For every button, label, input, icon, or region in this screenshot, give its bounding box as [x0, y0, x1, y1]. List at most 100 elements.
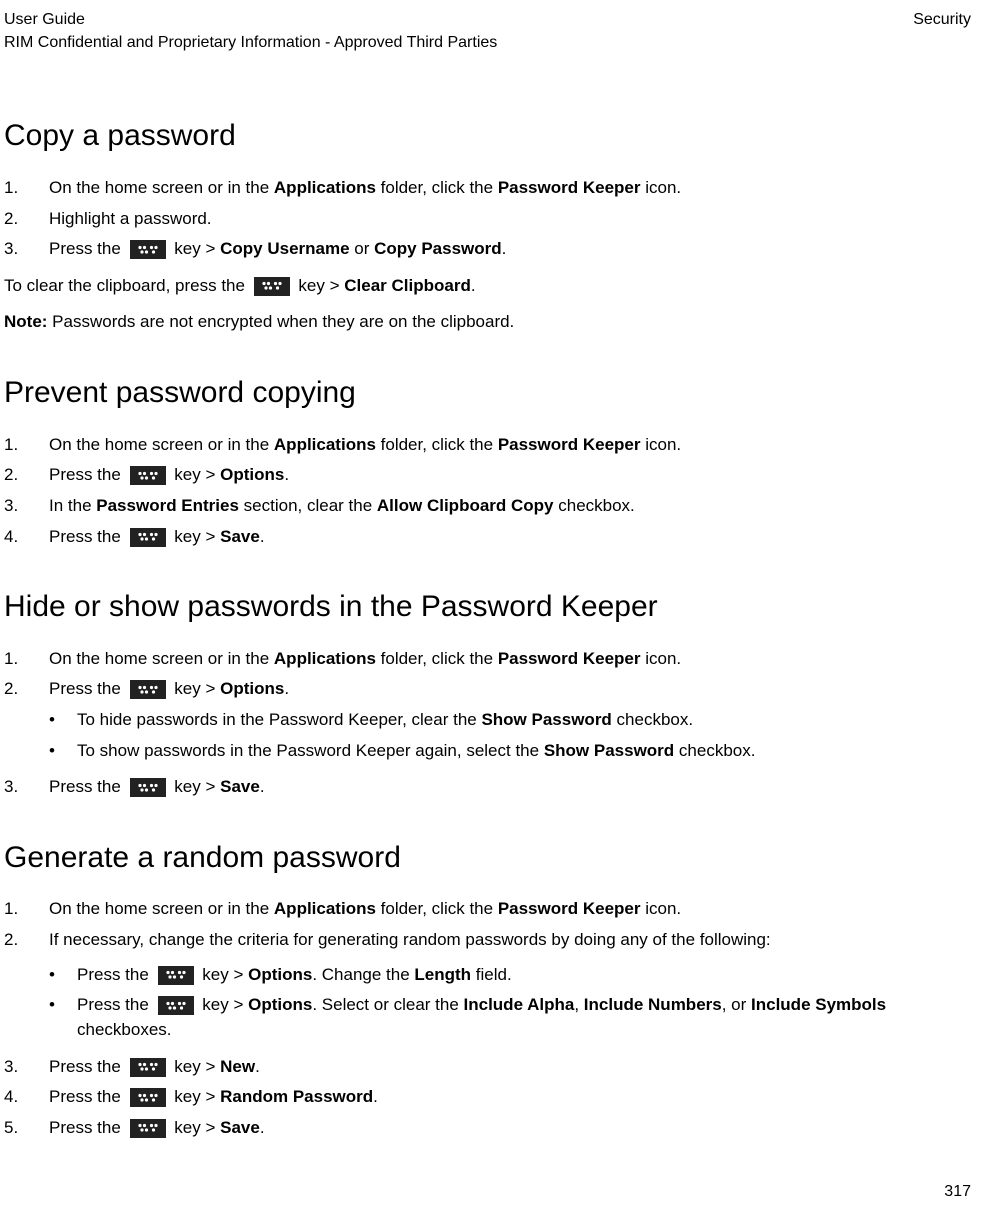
text-bold: Options	[248, 965, 312, 984]
bullet-icon: •	[49, 963, 77, 988]
text: Press the	[49, 679, 126, 698]
step-number: 3.	[4, 775, 49, 800]
step-number: 1.	[4, 433, 49, 458]
list-item: • Press the key > Options. Change the Le…	[49, 963, 971, 988]
text: , or	[722, 995, 751, 1014]
note: Note: Passwords are not encrypted when t…	[4, 310, 971, 335]
text-bold: Applications	[274, 649, 376, 668]
text: Press the	[49, 1118, 126, 1137]
text: .	[502, 239, 507, 258]
text: Highlight a password.	[49, 207, 971, 232]
text: or	[350, 239, 375, 258]
heading-hide-show-passwords: Hide or show passwords in the Password K…	[4, 585, 971, 629]
list-item: • To hide passwords in the Password Keep…	[49, 708, 971, 733]
text: .	[471, 276, 476, 295]
text: checkbox.	[612, 710, 693, 729]
step-number: 2.	[4, 677, 49, 702]
text: Press the	[49, 527, 126, 546]
blackberry-menu-key-icon	[130, 1058, 166, 1077]
text: Press the	[49, 465, 126, 484]
text-bold: Include Symbols	[751, 995, 886, 1014]
page-header: User Guide RIM Confidential and Propriet…	[4, 8, 971, 54]
bullet-icon: •	[49, 993, 77, 1018]
bullet-icon: •	[49, 708, 77, 733]
steps-generate-random: 1. On the home screen or in the Applicat…	[4, 897, 971, 1140]
text: key >	[198, 965, 249, 984]
step-number: 1.	[4, 176, 49, 201]
steps-copy-password: 1. On the home screen or in the Applicat…	[4, 176, 971, 262]
text: .	[260, 527, 265, 546]
paragraph: To clear the clipboard, press the key > …	[4, 274, 971, 299]
step-number: 5.	[4, 1116, 49, 1141]
text: field.	[471, 965, 512, 984]
heading-generate-random-password: Generate a random password	[4, 836, 971, 880]
text: . Change the	[312, 965, 414, 984]
heading-prevent-copying: Prevent password copying	[4, 371, 971, 415]
text: On the home screen or in the	[49, 435, 274, 454]
text: folder, click the	[376, 178, 498, 197]
text: .	[373, 1087, 378, 1106]
text: key >	[170, 527, 221, 546]
text: icon.	[641, 435, 682, 454]
blackberry-menu-key-icon	[158, 966, 194, 985]
text: Passwords are not encrypted when they ar…	[47, 312, 514, 331]
text-bold: Copy Password	[374, 239, 502, 258]
text: key >	[170, 1087, 221, 1106]
text: On the home screen or in the	[49, 649, 274, 668]
text: folder, click the	[376, 649, 498, 668]
text-bold: Include Numbers	[584, 995, 722, 1014]
header-left-line2: RIM Confidential and Proprietary Informa…	[4, 31, 497, 54]
text-bold: Password Keeper	[498, 899, 641, 918]
step-number: 2.	[4, 928, 49, 953]
blackberry-menu-key-icon	[130, 528, 166, 547]
text: Press the	[49, 1057, 126, 1076]
text: On the home screen or in the	[49, 899, 274, 918]
steps-prevent-copying: 1. On the home screen or in the Applicat…	[4, 433, 971, 550]
step-number: 1.	[4, 647, 49, 672]
text: key >	[198, 995, 249, 1014]
text: Press the	[49, 1087, 126, 1106]
step-number: 4.	[4, 1085, 49, 1110]
text-bold: Length	[414, 965, 471, 984]
text: .	[260, 777, 265, 796]
text: In the	[49, 496, 96, 515]
blackberry-menu-key-icon	[130, 466, 166, 485]
text: folder, click the	[376, 899, 498, 918]
text: .	[284, 679, 289, 698]
text: .	[255, 1057, 260, 1076]
page-number: 317	[944, 1180, 971, 1203]
blackberry-menu-key-icon	[130, 778, 166, 797]
text: Press the	[49, 239, 126, 258]
step-number: 2.	[4, 207, 49, 232]
list-item: 4. Press the key > Save.	[4, 525, 971, 550]
text-bold: Applications	[274, 899, 376, 918]
text-bold: Save	[220, 527, 260, 546]
text-bold: Applications	[274, 435, 376, 454]
text: key >	[170, 465, 221, 484]
step-number: 2.	[4, 463, 49, 488]
text-bold: Applications	[274, 178, 376, 197]
text: icon.	[641, 649, 682, 668]
bullet-icon: •	[49, 739, 77, 764]
text: On the home screen or in the	[49, 178, 274, 197]
blackberry-menu-key-icon	[158, 996, 194, 1015]
text-bold: Options	[220, 465, 284, 484]
list-item: 3. Press the key > Copy Username or Copy…	[4, 237, 971, 262]
text-bold: Random Password	[220, 1087, 373, 1106]
note-label: Note:	[4, 312, 47, 331]
blackberry-menu-key-icon	[254, 277, 290, 296]
list-item: • Press the key > Options. Select or cle…	[49, 993, 971, 1042]
list-item: 2. Press the key > Options.	[4, 463, 971, 488]
list-item: 2. Press the key > Options. • To hide pa…	[4, 677, 971, 769]
text: To show passwords in the Password Keeper…	[77, 741, 544, 760]
steps-hide-show: 1. On the home screen or in the Applicat…	[4, 647, 971, 800]
text: checkbox.	[674, 741, 755, 760]
list-item: 3. Press the key > Save.	[4, 775, 971, 800]
text-bold: Allow Clipboard Copy	[377, 496, 554, 515]
text: If necessary, change the criteria for ge…	[49, 928, 971, 953]
list-item: 3. Press the key > New.	[4, 1055, 971, 1080]
text: .	[284, 465, 289, 484]
text: key >	[170, 1118, 221, 1137]
step-number: 3.	[4, 494, 49, 519]
text: checkboxes.	[77, 1020, 172, 1039]
